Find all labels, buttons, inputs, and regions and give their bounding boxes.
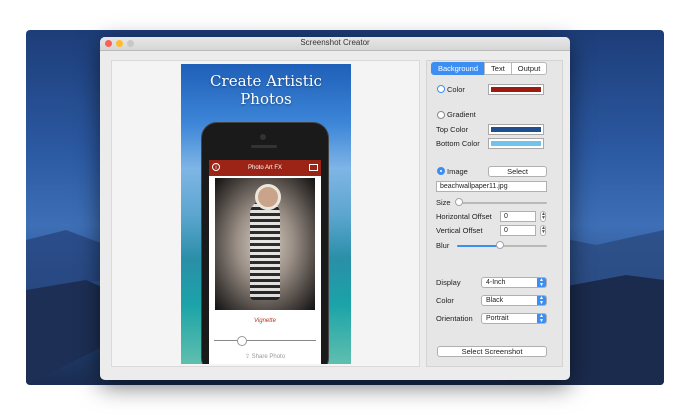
select-screenshot-button[interactable]: Select Screenshot [437,346,547,357]
blur-slider-fill [457,245,501,247]
info-icon: i [212,163,220,171]
color-label: Color [447,85,465,94]
image-filename-field[interactable]: beachwallpaper11.jpg [436,181,547,192]
tab-background[interactable]: Background [431,62,486,75]
bottom-color-well[interactable] [488,138,544,149]
device-color-value: Black [486,297,504,304]
horizontal-offset-stepper[interactable]: ▲ ▼ [540,211,546,222]
effect-slider-track [214,340,316,341]
display-label: Display [436,278,461,287]
display-popup[interactable]: 4-Inch ▲ ▼ [481,277,547,288]
sample-photo [215,178,315,310]
gradient-radio[interactable] [437,111,445,119]
photo-subject-head [255,184,281,210]
horizontal-offset-field[interactable]: 0 [500,211,536,222]
top-color-swatch [491,127,541,132]
preview-canvas: Create Artistic Photos i Photo Art FX Vi… [111,60,420,367]
blur-slider-knob[interactable] [496,241,505,249]
phone-screen: i Photo Art FX Vignette ⇪ Share Photo [209,160,321,364]
display-value: 4-Inch [486,279,506,286]
chevron-updown-icon: ▲ ▼ [537,278,546,287]
bottom-color-swatch [491,141,541,146]
size-label: Size [436,198,451,207]
poster-title: Create Artistic Photos [210,72,322,108]
top-color-well[interactable] [488,124,544,135]
orientation-label: Orientation [436,314,473,323]
color-swatch [491,87,541,92]
effect-slider-knob [237,336,247,346]
image-label: Image [447,167,468,176]
top-color-label: Top Color [436,125,469,134]
image-icon [309,164,318,171]
color-well[interactable] [488,84,544,95]
window-title: Screenshot Creator [300,38,370,47]
chevron-updown-icon: ▲ ▼ [537,314,546,323]
size-slider-knob[interactable] [454,198,463,206]
tab-text[interactable]: Text [484,62,512,75]
speaker-grille [251,145,277,148]
bottom-color-label: Bottom Color [436,139,480,148]
vertical-offset-label: Vertical Offset [436,226,483,235]
poster-preview: Create Artistic Photos i Photo Art FX Vi… [181,64,351,364]
tab-output[interactable]: Output [510,62,548,75]
vertical-offset-stepper[interactable]: ▲ ▼ [540,225,546,236]
gradient-label: Gradient [447,110,476,119]
device-color-popup[interactable]: Black ▲ ▼ [481,295,547,306]
orientation-value: Portrait [486,315,509,322]
settings-panel: Background Text Output Color Gradient To… [426,60,563,367]
share-text: Share Photo [251,354,286,360]
share-icon: ⇪ [244,354,252,360]
orientation-popup[interactable]: Portrait ▲ ▼ [481,313,547,324]
phone-frame: i Photo Art FX Vignette ⇪ Share Photo [201,122,329,364]
share-photo-label: ⇪ Share Photo [209,353,321,360]
app-window: Screenshot Creator Create Artistic Photo… [100,37,570,380]
title-bar[interactable]: Screenshot Creator [100,37,570,51]
effect-label: Vignette [254,318,276,324]
select-image-button[interactable]: Select [488,166,547,177]
chevron-updown-icon: ▲ ▼ [537,296,546,305]
horizontal-offset-label: Horizontal Offset [436,212,492,221]
color-radio[interactable] [437,85,445,93]
device-color-label: Color [436,296,454,305]
image-radio[interactable] [437,167,445,175]
blur-label: Blur [436,241,450,250]
app-header: i Photo Art FX [209,160,321,176]
tab-bar: Background Text Output [431,62,548,75]
vertical-offset-field[interactable]: 0 [500,225,536,236]
app-title: Photo Art FX [247,165,283,171]
camera-icon [260,134,266,140]
size-slider[interactable] [457,202,547,204]
photo-subject [250,200,280,300]
